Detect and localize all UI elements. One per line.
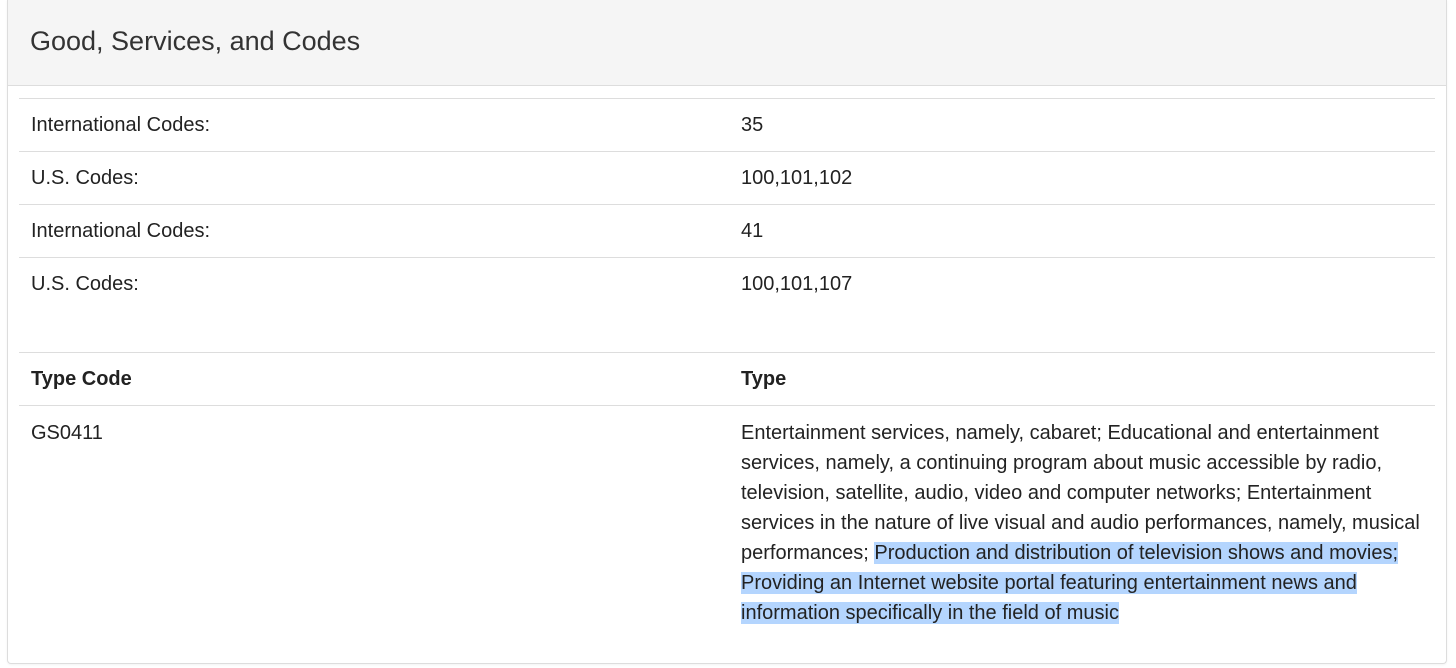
- table-header-row: Type Code Type: [19, 352, 1435, 406]
- codes-table: International Codes: 35 U.S. Codes: 100,…: [19, 98, 1435, 310]
- type-code-cell: GS0411: [31, 422, 103, 444]
- table-row: GS0411 Entertainment services, namely, c…: [19, 406, 1435, 629]
- code-value: 100,101,107: [741, 272, 853, 295]
- code-label: U.S. Codes:: [31, 272, 139, 295]
- code-label: International Codes:: [31, 219, 211, 242]
- type-description-cell[interactable]: Entertainment services, namely, cabaret;…: [729, 406, 1435, 629]
- type-table: Type Code Type GS0411 Entertainment serv…: [19, 352, 1435, 628]
- table-row: U.S. Codes: 100,101,102: [19, 151, 1435, 205]
- panel-heading: Good, Services, and Codes: [8, 0, 1446, 86]
- type-code-header: Type Code: [31, 367, 132, 390]
- table-row: International Codes: 35: [19, 98, 1435, 152]
- code-value: 35: [741, 113, 764, 136]
- code-label: U.S. Codes:: [31, 166, 139, 189]
- code-value: 41: [741, 219, 764, 242]
- table-row: U.S. Codes: 100,101,107: [19, 257, 1435, 311]
- table-row: International Codes: 41: [19, 204, 1435, 258]
- code-value: 100,101,102: [741, 166, 853, 189]
- goods-services-panel: Good, Services, and Codes International …: [7, 0, 1447, 664]
- type-header: Type: [741, 367, 787, 390]
- panel-body: International Codes: 35 U.S. Codes: 100,…: [19, 98, 1435, 628]
- code-label: International Codes:: [31, 113, 211, 136]
- panel-title: Good, Services, and Codes: [30, 26, 361, 56]
